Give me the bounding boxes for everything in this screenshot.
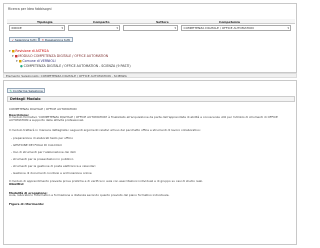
- description-paragraph: Il modulo formativo 'COMPETENZA DIGITALE…: [9, 115, 278, 123]
- filter-header-settore: Settore: [156, 20, 169, 24]
- selected-element-bar: Elemento Selezionato: COMPETENZA DIGITAL…: [3, 73, 297, 78]
- topic-item: - Gestione di documenti condivisi e arch…: [11, 171, 92, 175]
- chevron-down-icon: ▾: [174, 26, 176, 30]
- collapse-icon[interactable]: ▾: [12, 54, 14, 58]
- objectives-label: Obiettivi:: [9, 182, 25, 186]
- tree-node-root[interactable]: ▾■Revisione di ASTM2A: [9, 49, 49, 53]
- breadcrumb: Ricerca per Idea fabbisogni: [8, 7, 52, 11]
- tipologia-value: INDICE: [11, 26, 22, 30]
- topic-item: - Uso di strumenti per l'elaborazione de…: [11, 150, 76, 154]
- filter-header-comparto: Comparto: [93, 20, 110, 24]
- filter-header-tipologia: Tipologia: [37, 20, 53, 24]
- settore-select[interactable]: ▾: [123, 25, 178, 31]
- edit-icon: ✎: [9, 89, 13, 93]
- filter-header-competenza: Competenza: [219, 20, 240, 24]
- item-icon: ●: [20, 64, 23, 68]
- close-icon: ✕: [41, 38, 45, 42]
- check-icon: ✓: [11, 38, 15, 42]
- topics-intro: Il modulo tratterà in maniera dettagliat…: [9, 128, 201, 132]
- competenza-value: COMPETENZA DIGITALE / OFFICE AUTOMATION: [183, 26, 254, 30]
- delivery-text: Aula, laboratorio informatico e formazio…: [9, 193, 170, 197]
- select-all-label: Seleziona tutti: [14, 38, 37, 42]
- tree-node-label: MODULO COMPETENZA DIGITALE / OFFICE AUTO…: [18, 54, 109, 58]
- collapse-icon[interactable]: ▾: [9, 49, 11, 53]
- topic-item: - strumenti per la gestione di posta ele…: [11, 164, 96, 168]
- collapse-icon[interactable]: ▾: [16, 59, 18, 63]
- filters-row: INDICE ▾ ▾ ▾ COMPETENZA DIGITALE / OFFIC…: [7, 25, 295, 31]
- tipologia-select[interactable]: INDICE ▾: [9, 25, 65, 31]
- deselect-all-label: Deseleziona tutti: [44, 38, 71, 42]
- tree-node-label: Revisione di ASTM2A: [15, 49, 49, 53]
- confirm-selection-button[interactable]: ✎Conferma Selezione: [7, 88, 46, 93]
- topic-item: - strumenti per le presentazioni in pubb…: [11, 157, 74, 161]
- tree-node-module[interactable]: ▾■MODULO COMPETENZA DIGITALE / OFFICE AU…: [12, 54, 108, 58]
- tree-node-label: Comune di VERNIOLI: [22, 59, 56, 63]
- tree-node-comune[interactable]: ▾■Comune di VERNIOLI: [16, 59, 56, 63]
- assessment-paragraph: Il modulo di apprendimento prevede prove…: [9, 179, 204, 183]
- topic-item: - preparazione di elaborati testo per uf…: [11, 136, 73, 140]
- chevron-down-icon: ▾: [116, 26, 118, 30]
- deselect-all-button[interactable]: ✕Deseleziona tutti: [39, 37, 73, 42]
- topic-item: - GESTIONE DEI FOGLI DI CALCOLO: [11, 143, 62, 147]
- comparto-select[interactable]: ▾: [68, 25, 120, 31]
- select-all-button[interactable]: ✓Seleziona tutti: [9, 37, 39, 42]
- tree-node-label: COMPETENZA DIGITALE / OFFICE AUTOMATION …: [23, 64, 131, 68]
- module-code: COMPETENZA DIGITALE / OFFICE AUTOMATION: [9, 107, 77, 111]
- filters-header: Tipologia Comparto Settore Competenza: [7, 19, 295, 24]
- confirm-selection-label: Conferma Selezione: [12, 89, 43, 93]
- search-panel: Ricerca per Idea fabbisogni Tipologia Co…: [3, 3, 297, 73]
- tree-node-competenza[interactable]: ●COMPETENZA DIGITALE / OFFICE AUTOMATION…: [20, 64, 131, 68]
- reference-figure-label: Figura di riferimento:: [9, 202, 45, 206]
- chevron-down-icon: ▾: [61, 26, 63, 30]
- detail-title: Dettagli Modulo: [7, 96, 295, 102]
- detail-panel: ✎Conferma Selezione Dettagli Modulo COMP…: [3, 80, 297, 245]
- competenza-select[interactable]: COMPETENZA DIGITALE / OFFICE AUTOMATION …: [181, 25, 291, 31]
- chevron-down-icon: ▾: [287, 26, 289, 30]
